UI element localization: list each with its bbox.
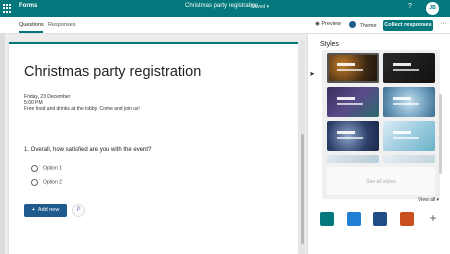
plus-icon: + xyxy=(31,207,35,213)
canvas-scrollbar-thumb[interactable] xyxy=(301,134,304,244)
avatar[interactable]: JB xyxy=(426,2,439,15)
form-card: Christmas party registration Friday, 23 … xyxy=(9,42,298,254)
form-description[interactable]: Free food and drinks at the lobby. Come … xyxy=(24,106,140,112)
see-all-styles-button[interactable]: See all styles xyxy=(341,177,421,187)
theme-button[interactable]: Theme xyxy=(349,21,377,29)
question-title[interactable]: 1. Overall, how satisfied are you with t… xyxy=(24,147,151,153)
theme-thumbnail[interactable] xyxy=(383,53,435,83)
save-status: Saved ▾ xyxy=(251,4,270,10)
panel-title: Styles xyxy=(320,41,340,48)
app-name[interactable]: Forms xyxy=(19,3,37,9)
theme-thumbnail[interactable] xyxy=(383,121,435,151)
more-options-icon[interactable]: ··· xyxy=(440,20,447,27)
styles-panel: Styles See all styles View all ▾ + xyxy=(307,34,450,254)
option-2[interactable]: Option 2 xyxy=(31,179,62,186)
left-rail xyxy=(0,34,5,254)
collect-responses-button[interactable]: Collect responses xyxy=(383,20,433,31)
document-title[interactable]: Christmas party registration xyxy=(185,3,258,9)
help-icon[interactable]: ? xyxy=(408,3,412,10)
tab-responses[interactable]: Responses xyxy=(48,22,76,28)
view-all-link[interactable]: View all ▾ xyxy=(418,197,439,203)
radio-button[interactable] xyxy=(31,179,38,186)
theme-thumbnail[interactable] xyxy=(327,155,379,163)
theme-thumbnail[interactable] xyxy=(383,87,435,117)
mouse-pointer-icon: ➤ xyxy=(309,71,315,78)
preview-button[interactable]: ◉ Preview xyxy=(315,21,341,27)
color-swatch[interactable] xyxy=(347,212,361,226)
panel-scrollbar[interactable] xyxy=(439,94,442,174)
see-all-overlay: See all styles xyxy=(327,167,435,195)
form-canvas: Christmas party registration Friday, 23 … xyxy=(0,34,306,254)
ideas-icon[interactable]: P xyxy=(72,204,85,217)
eye-icon: ◉ xyxy=(315,21,320,27)
theme-thumbnail[interactable] xyxy=(327,87,379,117)
color-swatch[interactable] xyxy=(320,212,334,226)
app-header: Forms Christmas party registration Saved… xyxy=(0,0,450,17)
theme-thumbnail[interactable] xyxy=(383,155,435,163)
theme-thumbnail[interactable] xyxy=(327,53,379,83)
form-title[interactable]: Christmas party registration xyxy=(24,64,201,80)
theme-gallery: See all styles xyxy=(322,50,440,199)
color-swatch[interactable] xyxy=(400,212,414,226)
tab-questions[interactable]: Questions xyxy=(19,22,44,28)
active-tab-indicator xyxy=(19,31,43,33)
palette-icon xyxy=(349,21,356,28)
command-bar: Questions Responses ◉ Preview Theme Coll… xyxy=(0,17,450,34)
add-new-button[interactable]: + Add new xyxy=(24,204,67,217)
app-launcher-icon[interactable] xyxy=(3,4,12,13)
radio-button[interactable] xyxy=(31,165,38,172)
color-swatch[interactable] xyxy=(373,212,387,226)
add-color-icon[interactable]: + xyxy=(426,212,440,226)
theme-thumbnail[interactable] xyxy=(327,121,379,151)
option-1[interactable]: Option 1 xyxy=(31,165,62,172)
